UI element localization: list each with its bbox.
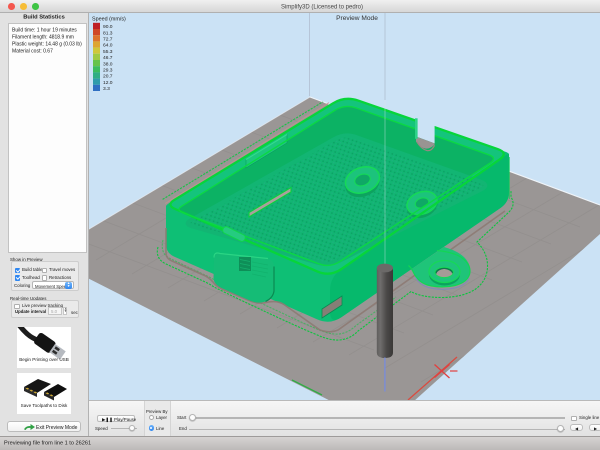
svg-text:64.0: 64.0 [103,43,113,49]
svg-text:38.0: 38.0 [103,61,113,67]
svg-text:72.7: 72.7 [103,37,113,43]
svg-text:12.0: 12.0 [103,80,113,86]
svg-text:3.3: 3.3 [103,86,110,92]
svg-text:46.7: 46.7 [103,55,113,61]
svg-text:29.3: 29.3 [103,68,113,74]
svg-text:90.0: 90.0 [103,24,113,30]
svg-text:Speed (mm/s): Speed (mm/s) [92,17,126,23]
svg-text:81.3: 81.3 [103,30,113,36]
svg-text:20.7: 20.7 [103,74,113,80]
svg-text:55.3: 55.3 [103,49,113,55]
